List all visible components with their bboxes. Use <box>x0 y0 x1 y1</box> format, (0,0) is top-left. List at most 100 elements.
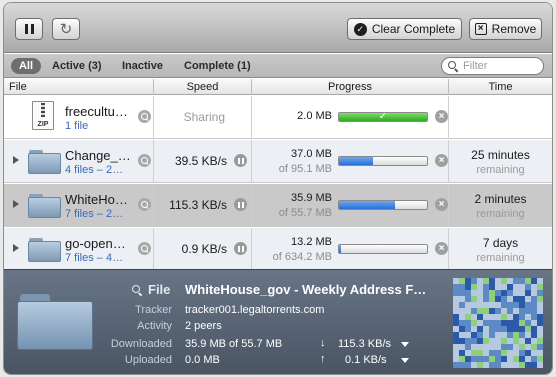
filter-tab-inactive[interactable]: Inactive <box>122 58 163 74</box>
time-remaining: 2 minutes <box>474 192 527 206</box>
torrent-file-count[interactable]: 7 files – 2… <box>65 208 123 220</box>
downloaded-value: 35.9 MB of 55.7 MB <box>185 338 283 350</box>
torrent-row[interactable]: ZIP freecultu… 1 file Sharing 2.0 MB ✓ × <box>4 96 552 139</box>
pieces-map <box>453 278 543 368</box>
column-header-speed[interactable]: Speed <box>154 79 252 95</box>
upload-speed: 0.1 KB/s <box>345 354 387 366</box>
torrent-file-count[interactable]: 1 file <box>65 120 88 132</box>
remove-torrent-icon[interactable]: × <box>435 242 448 255</box>
clear-complete-button[interactable]: ✓ Clear Complete <box>347 18 462 40</box>
large-folder-icon <box>17 294 93 350</box>
pause-all-button[interactable] <box>15 18 43 40</box>
pause-icon <box>24 24 34 34</box>
reveal-magnifier-icon[interactable] <box>138 242 151 255</box>
speed-cell: 0.9 KB/s <box>154 228 252 271</box>
time-cell: 2 minutes remaining <box>449 184 552 227</box>
torrent-file-count[interactable]: 7 files – 4… <box>65 252 123 264</box>
column-header-progress[interactable]: Progress <box>252 79 449 95</box>
table-header: File Speed Progress Time <box>4 79 552 95</box>
progress-cell: 13.2 MB of 634.2 MB × <box>252 228 449 271</box>
column-header-file[interactable]: File <box>4 79 154 95</box>
filter-search-field[interactable] <box>441 57 544 75</box>
torrent-row[interactable]: go-open… 7 files – 4… 0.9 KB/s 13.2 MB o… <box>4 228 552 271</box>
reveal-magnifier-icon[interactable] <box>138 110 151 123</box>
close-box-icon: × <box>474 23 487 35</box>
time-remaining: 25 minutes <box>471 148 530 162</box>
progress-bar <box>338 244 428 254</box>
progress-bar <box>338 156 428 166</box>
speed-cell: 39.5 KB/s <box>154 140 252 183</box>
folder-icon <box>28 150 61 174</box>
progress-amount: 2.0 MB <box>297 110 332 122</box>
check-circle-icon: ✓ <box>353 22 367 36</box>
filter-bar: All Active (3) Inactive Complete (1) <box>4 54 552 78</box>
zip-file-icon: ZIP <box>32 101 54 130</box>
speed-value: Sharing <box>183 110 225 124</box>
file-cell: go-open… 7 files – 4… <box>4 228 154 271</box>
check-icon: ✓ <box>378 112 388 122</box>
disclosure-triangle-icon[interactable] <box>13 156 19 164</box>
pause-torrent-icon[interactable] <box>234 154 247 167</box>
search-icon <box>132 284 142 295</box>
resume-all-button[interactable]: ↻ <box>52 18 80 40</box>
torrent-name: WhiteHo… <box>65 192 128 207</box>
remove-torrent-icon[interactable]: × <box>435 110 448 123</box>
toolbar: ↻ ✓ Clear Complete × Remove <box>4 3 552 53</box>
filter-input[interactable] <box>463 60 541 72</box>
folder-icon <box>28 194 61 218</box>
folder-icon <box>28 238 61 262</box>
torrent-name: freecultu… <box>65 104 128 119</box>
info-panel: File WhiteHouse_gov - Weekly Address F… … <box>4 269 552 374</box>
filter-tab-active[interactable]: Active (3) <box>52 58 102 74</box>
filter-tab-all[interactable]: All <box>11 58 41 74</box>
time-remaining: 7 days <box>482 236 519 250</box>
progress-amount: 35.9 MB <box>291 192 332 204</box>
torrent-name: go-open… <box>65 236 126 251</box>
torrent-row[interactable]: Change_… 4 files – 2… 39.5 KB/s 37.0 MB … <box>4 140 552 183</box>
progress-cell: 35.9 MB of 55.7 MB × <box>252 184 449 227</box>
time-remaining-label: remaining <box>476 252 525 264</box>
filter-tab-complete[interactable]: Complete (1) <box>184 58 251 74</box>
disclosure-triangle-icon[interactable] <box>13 200 19 208</box>
pause-torrent-icon[interactable] <box>234 198 247 211</box>
progress-total: of 634.2 MB <box>272 251 332 263</box>
download-limit-menu-icon[interactable] <box>401 342 409 347</box>
progress-cell: 37.0 MB of 95.1 MB × <box>252 140 449 183</box>
progress-amount: 37.0 MB <box>291 148 332 160</box>
remove-torrent-icon[interactable]: × <box>435 198 448 211</box>
disclosure-triangle-icon[interactable] <box>13 244 19 252</box>
speed-cell: 115.3 KB/s <box>154 184 252 227</box>
time-cell: 7 days remaining <box>449 228 552 271</box>
downloaded-label: Downloaded <box>110 338 172 350</box>
pause-torrent-icon[interactable] <box>234 242 247 255</box>
time-cell <box>449 96 552 139</box>
torrent-name: Change_… <box>65 148 131 163</box>
upload-arrow-icon: ↑ <box>320 353 326 365</box>
info-torrent-title: WhiteHouse_gov - Weekly Address F… <box>185 282 427 297</box>
remove-torrent-icon[interactable]: × <box>435 154 448 167</box>
reveal-magnifier-icon[interactable] <box>138 198 151 211</box>
progress-amount: 13.2 MB <box>291 236 332 248</box>
reload-icon: ↻ <box>59 20 73 38</box>
progress-bar: ✓ <box>338 112 428 122</box>
transmission-window: ↻ ✓ Clear Complete × Remove All Active (… <box>4 3 552 374</box>
reveal-magnifier-icon[interactable] <box>138 154 151 167</box>
progress-total: of 95.1 MB <box>278 163 332 175</box>
zip-label: ZIP <box>37 121 49 128</box>
activity-label: Activity <box>137 320 172 332</box>
remove-label: Remove <box>491 22 537 36</box>
time-cell: 25 minutes remaining <box>449 140 552 183</box>
activity-value: 2 peers <box>185 320 222 332</box>
tracker-value: tracker001.legaltorrents.com <box>185 304 325 316</box>
progress-total: of 55.7 MB <box>278 207 332 219</box>
time-remaining-label: remaining <box>476 164 525 176</box>
torrent-row-selected[interactable]: WhiteHo… 7 files – 2… 115.3 KB/s 35.9 MB… <box>4 184 552 227</box>
clear-complete-label: Clear Complete <box>371 22 456 36</box>
column-header-time[interactable]: Time <box>449 79 552 95</box>
uploaded-value: 0.0 MB <box>185 354 220 366</box>
uploaded-label: Uploaded <box>124 354 172 366</box>
torrent-file-count[interactable]: 4 files – 2… <box>65 164 123 176</box>
remove-button[interactable]: × Remove <box>469 18 542 40</box>
upload-limit-menu-icon[interactable] <box>401 358 409 363</box>
info-file-label[interactable]: File <box>132 282 170 297</box>
